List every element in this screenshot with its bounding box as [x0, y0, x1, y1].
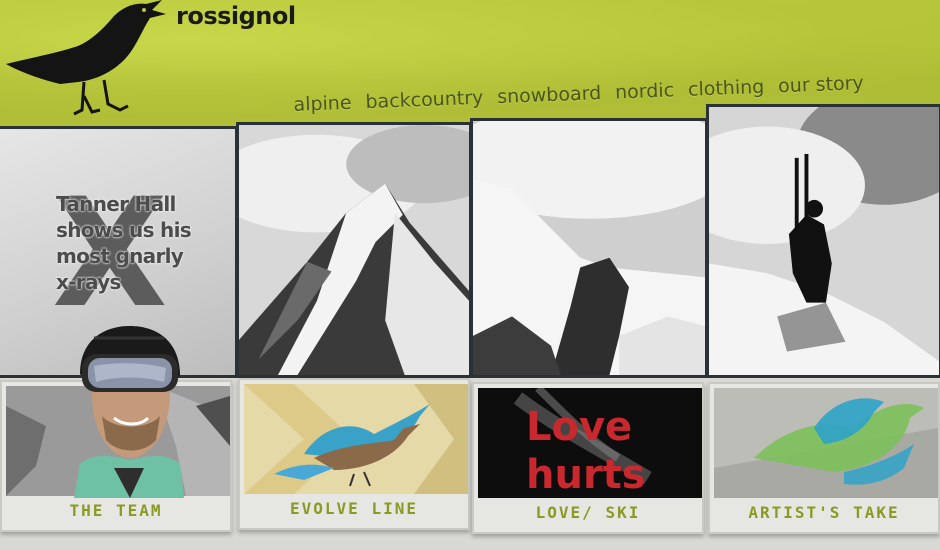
- nav-item-our-story[interactable]: our story: [778, 72, 864, 97]
- card-label: THE TEAM: [69, 501, 163, 520]
- ridge-image: [473, 121, 705, 375]
- teaser-line: x-rays: [56, 270, 121, 294]
- teaser-line: shows us his: [56, 218, 192, 242]
- nav-item-nordic[interactable]: nordic: [615, 79, 675, 103]
- card-love-ski[interactable]: Love hurts LOVE/ SKI: [472, 382, 704, 534]
- xray-teaser-text: Tanner Hall shows us his most gnarly x-r…: [56, 191, 232, 295]
- mountain-photo-panel-1: [236, 122, 472, 378]
- card-label: LOVE/ SKI: [535, 503, 641, 522]
- teaser-line: Tanner Hall: [56, 192, 176, 216]
- love-ski-thumb: Love hurts: [478, 388, 702, 498]
- bird-logo-icon[interactable]: [0, 0, 180, 120]
- brand-wordmark[interactable]: rossignol: [176, 2, 296, 30]
- mountain-photo-panel-2: [470, 118, 708, 378]
- hurts-text: hurts: [526, 452, 646, 498]
- mountain-peak-image: [239, 125, 469, 375]
- evolve-thumb: [244, 384, 468, 494]
- skier-image: [709, 107, 939, 375]
- skier-photo-panel: [706, 104, 940, 378]
- avatar: [74, 326, 184, 498]
- teaser-line: most gnarly: [56, 244, 184, 268]
- artists-take-thumb: [714, 388, 938, 498]
- card-evolve-line[interactable]: EVOLVE LINE: [238, 378, 470, 530]
- love-text: Love: [526, 404, 632, 450]
- card-label: ARTIST'S TAKE: [748, 503, 900, 522]
- nav-item-clothing[interactable]: clothing: [688, 76, 765, 101]
- card-artists-take[interactable]: ARTIST'S TAKE: [708, 382, 940, 534]
- card-label: EVOLVE LINE: [290, 499, 418, 518]
